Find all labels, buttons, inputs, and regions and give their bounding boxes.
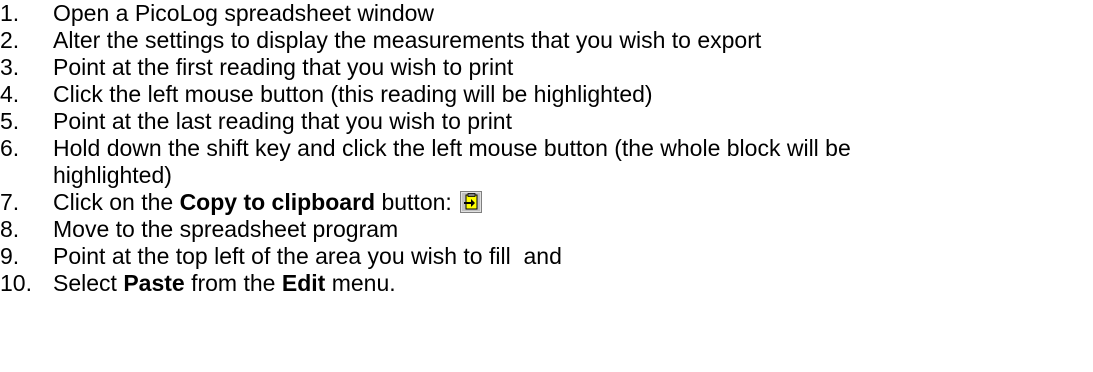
copy-to-clipboard-label: Copy to clipboard: [179, 189, 376, 215]
step-1: 1. Open a PicoLog spreadsheet window: [0, 0, 1093, 27]
step-text: Click on the Copy to clipboard button:: [53, 189, 483, 215]
step-text: Click the left mouse button (this readin…: [53, 81, 653, 107]
edit-menu-label: Edit: [281, 270, 326, 296]
copy-to-clipboard-icon: [460, 191, 483, 213]
step-number: 6.: [0, 135, 20, 161]
step-4: 4. Click the left mouse button (this rea…: [0, 81, 1093, 108]
step-number: 7.: [0, 189, 20, 215]
step-text: Point at the first reading that you wish…: [53, 54, 514, 80]
step-number: 9.: [0, 243, 20, 269]
instructions-document: 1. Open a PicoLog spreadsheet window 2. …: [0, 0, 1093, 372]
step-text-pre: Click on the: [53, 189, 180, 215]
step-7: 7. Click on the Copy to clipboard button…: [0, 189, 1093, 216]
step-10: 10. Select Paste from the Edit menu.: [0, 270, 1093, 297]
step-text-post: menu.: [325, 270, 396, 296]
step-number: 2.: [0, 27, 20, 53]
step-3: 3. Point at the first reading that you w…: [0, 54, 1093, 81]
paste-label: Paste: [123, 270, 185, 296]
step-number: 1.: [0, 0, 20, 26]
step-text-mid: from the: [184, 270, 282, 296]
step-6: 6. Hold down the shift key and click the…: [0, 135, 1093, 189]
step-2: 2. Alter the settings to display the mea…: [0, 27, 1093, 54]
step-text: Hold down the shift key and click the le…: [53, 135, 851, 161]
step-text: Select Paste from the Edit menu.: [53, 270, 396, 296]
step-5: 5. Point at the last reading that you wi…: [0, 108, 1093, 135]
step-text: Point at the top left of the area you wi…: [53, 243, 562, 269]
step-text-pre: Select: [53, 270, 124, 296]
step-text: Move to the spreadsheet program: [53, 216, 399, 242]
step-number: 5.: [0, 108, 20, 134]
step-number: 3.: [0, 54, 20, 80]
step-number: 10.: [0, 270, 32, 296]
step-8: 8. Move to the spreadsheet program: [0, 216, 1093, 243]
step-text: Open a PicoLog spreadsheet window: [53, 0, 435, 26]
step-text: Alter the settings to display the measur…: [53, 27, 762, 53]
step-9: 9. Point at the top left of the area you…: [0, 243, 1093, 270]
step-text-continuation: highlighted): [53, 162, 172, 188]
steps-list: 1. Open a PicoLog spreadsheet window 2. …: [0, 0, 1093, 297]
step-number: 4.: [0, 81, 20, 107]
step-text: Point at the last reading that you wish …: [53, 108, 512, 134]
step-text-post: button:: [375, 189, 452, 215]
step-number: 8.: [0, 216, 20, 242]
